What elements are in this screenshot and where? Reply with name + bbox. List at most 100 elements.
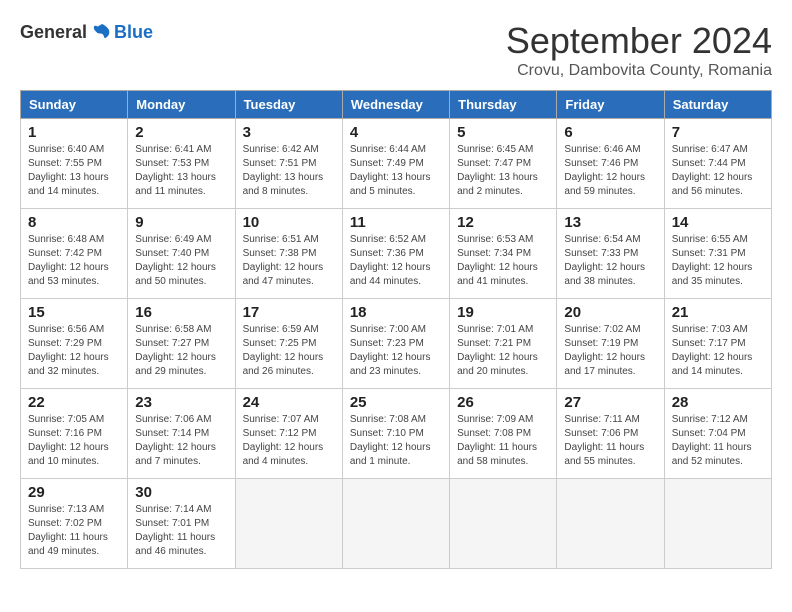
day-info: Sunrise: 7:11 AMSunset: 7:06 PMDaylight:… bbox=[564, 413, 656, 469]
day-info: Sunrise: 6:40 AMSunset: 7:55 PMDaylight:… bbox=[28, 143, 120, 199]
day-number: 5 bbox=[457, 124, 549, 141]
day-info: Sunrise: 6:41 AMSunset: 7:53 PMDaylight:… bbox=[135, 143, 227, 199]
calendar-cell: 17 Sunrise: 6:59 AMSunset: 7:25 PMDayligh… bbox=[235, 299, 342, 389]
day-number: 13 bbox=[564, 214, 656, 231]
day-number: 17 bbox=[243, 304, 335, 321]
logo: General Blue bbox=[20, 20, 153, 44]
day-info: Sunrise: 6:59 AMSunset: 7:25 PMDaylight:… bbox=[243, 323, 335, 379]
calendar-cell: 28 Sunrise: 7:12 AMSunset: 7:04 PMDayligh… bbox=[664, 389, 771, 479]
calendar-cell: 11 Sunrise: 6:52 AMSunset: 7:36 PMDayligh… bbox=[342, 209, 449, 299]
day-number: 21 bbox=[672, 304, 764, 321]
calendar-cell: 21 Sunrise: 7:03 AMSunset: 7:17 PMDayligh… bbox=[664, 299, 771, 389]
calendar-cell: 12 Sunrise: 6:53 AMSunset: 7:34 PMDayligh… bbox=[450, 209, 557, 299]
location-subtitle: Crovu, Dambovita County, Romania bbox=[506, 62, 772, 80]
day-number: 28 bbox=[672, 394, 764, 411]
day-number: 22 bbox=[28, 394, 120, 411]
calendar-week-row: 22Sunrise: 7:05 AMSunset: 7:16 PMDayligh… bbox=[21, 389, 772, 479]
calendar-cell bbox=[664, 479, 771, 569]
day-number: 6 bbox=[564, 124, 656, 141]
calendar-cell: 20 Sunrise: 7:02 AMSunset: 7:19 PMDayligh… bbox=[557, 299, 664, 389]
day-number: 19 bbox=[457, 304, 549, 321]
calendar-cell: 22Sunrise: 7:05 AMSunset: 7:16 PMDayligh… bbox=[21, 389, 128, 479]
day-info: Sunrise: 6:42 AMSunset: 7:51 PMDaylight:… bbox=[243, 143, 335, 199]
calendar-cell bbox=[450, 479, 557, 569]
calendar-cell: 23Sunrise: 7:06 AMSunset: 7:14 PMDayligh… bbox=[128, 389, 235, 479]
calendar-cell: 4 Sunrise: 6:44 AMSunset: 7:49 PMDaylight… bbox=[342, 119, 449, 209]
column-header-sunday: Sunday bbox=[21, 91, 128, 119]
calendar-week-row: 8 Sunrise: 6:48 AMSunset: 7:42 PMDaylight… bbox=[21, 209, 772, 299]
day-number: 9 bbox=[135, 214, 227, 231]
calendar-cell: 10Sunrise: 6:51 AMSunset: 7:38 PMDayligh… bbox=[235, 209, 342, 299]
day-number: 25 bbox=[350, 394, 442, 411]
day-info: Sunrise: 6:49 AMSunset: 7:40 PMDaylight:… bbox=[135, 233, 227, 289]
day-info: Sunrise: 6:44 AMSunset: 7:49 PMDaylight:… bbox=[350, 143, 442, 199]
day-info: Sunrise: 6:55 AMSunset: 7:31 PMDaylight:… bbox=[672, 233, 764, 289]
calendar-cell: 8 Sunrise: 6:48 AMSunset: 7:42 PMDaylight… bbox=[21, 209, 128, 299]
calendar-cell: 24 Sunrise: 7:07 AMSunset: 7:12 PMDayligh… bbox=[235, 389, 342, 479]
day-number: 20 bbox=[564, 304, 656, 321]
calendar-table: SundayMondayTuesdayWednesdayThursdayFrid… bbox=[20, 90, 772, 569]
day-number: 16 bbox=[135, 304, 227, 321]
day-number: 23 bbox=[135, 394, 227, 411]
calendar-cell: 18Sunrise: 7:00 AMSunset: 7:23 PMDayligh… bbox=[342, 299, 449, 389]
day-number: 11 bbox=[350, 214, 442, 231]
column-header-friday: Friday bbox=[557, 91, 664, 119]
calendar-cell: 15Sunrise: 6:56 AMSunset: 7:29 PMDayligh… bbox=[21, 299, 128, 389]
calendar-cell: 30Sunrise: 7:14 AMSunset: 7:01 PMDayligh… bbox=[128, 479, 235, 569]
day-info: Sunrise: 6:56 AMSunset: 7:29 PMDaylight:… bbox=[28, 323, 120, 379]
day-number: 8 bbox=[28, 214, 120, 231]
day-info: Sunrise: 6:54 AMSunset: 7:33 PMDaylight:… bbox=[564, 233, 656, 289]
day-number: 7 bbox=[672, 124, 764, 141]
day-number: 27 bbox=[564, 394, 656, 411]
calendar-week-row: 15Sunrise: 6:56 AMSunset: 7:29 PMDayligh… bbox=[21, 299, 772, 389]
day-number: 12 bbox=[457, 214, 549, 231]
calendar-cell bbox=[342, 479, 449, 569]
calendar-cell: 26Sunrise: 7:09 AMSunset: 7:08 PMDayligh… bbox=[450, 389, 557, 479]
column-header-monday: Monday bbox=[128, 91, 235, 119]
calendar-cell: 2 Sunrise: 6:41 AMSunset: 7:53 PMDaylight… bbox=[128, 119, 235, 209]
day-info: Sunrise: 7:07 AMSunset: 7:12 PMDaylight:… bbox=[243, 413, 335, 469]
day-number: 4 bbox=[350, 124, 442, 141]
day-number: 29 bbox=[28, 484, 120, 501]
column-header-wednesday: Wednesday bbox=[342, 91, 449, 119]
day-number: 26 bbox=[457, 394, 549, 411]
calendar-cell: 7 Sunrise: 6:47 AMSunset: 7:44 PMDaylight… bbox=[664, 119, 771, 209]
day-info: Sunrise: 7:12 AMSunset: 7:04 PMDaylight:… bbox=[672, 413, 764, 469]
day-number: 1 bbox=[28, 124, 120, 141]
calendar-week-row: 1 Sunrise: 6:40 AMSunset: 7:55 PMDaylight… bbox=[21, 119, 772, 209]
calendar-header-row: SundayMondayTuesdayWednesdayThursdayFrid… bbox=[21, 91, 772, 119]
calendar-cell: 5 Sunrise: 6:45 AMSunset: 7:47 PMDaylight… bbox=[450, 119, 557, 209]
day-info: Sunrise: 7:02 AMSunset: 7:19 PMDaylight:… bbox=[564, 323, 656, 379]
month-title: September 2024 bbox=[506, 20, 772, 62]
day-info: Sunrise: 7:13 AMSunset: 7:02 PMDaylight:… bbox=[28, 503, 120, 559]
day-info: Sunrise: 6:51 AMSunset: 7:38 PMDaylight:… bbox=[243, 233, 335, 289]
day-number: 2 bbox=[135, 124, 227, 141]
day-number: 3 bbox=[243, 124, 335, 141]
calendar-cell: 29 Sunrise: 7:13 AMSunset: 7:02 PMDayligh… bbox=[21, 479, 128, 569]
day-info: Sunrise: 6:48 AMSunset: 7:42 PMDaylight:… bbox=[28, 233, 120, 289]
calendar-cell: 25Sunrise: 7:08 AMSunset: 7:10 PMDayligh… bbox=[342, 389, 449, 479]
day-info: Sunrise: 6:47 AMSunset: 7:44 PMDaylight:… bbox=[672, 143, 764, 199]
day-info: Sunrise: 7:14 AMSunset: 7:01 PMDaylight:… bbox=[135, 503, 227, 559]
title-section: September 2024 Crovu, Dambovita County, … bbox=[506, 20, 772, 80]
day-info: Sunrise: 6:58 AMSunset: 7:27 PMDaylight:… bbox=[135, 323, 227, 379]
day-number: 14 bbox=[672, 214, 764, 231]
calendar-cell bbox=[235, 479, 342, 569]
calendar-cell bbox=[557, 479, 664, 569]
day-number: 24 bbox=[243, 394, 335, 411]
column-header-saturday: Saturday bbox=[664, 91, 771, 119]
logo-blue-text: Blue bbox=[114, 22, 153, 43]
calendar-cell: 14 Sunrise: 6:55 AMSunset: 7:31 PMDayligh… bbox=[664, 209, 771, 299]
day-info: Sunrise: 7:03 AMSunset: 7:17 PMDaylight:… bbox=[672, 323, 764, 379]
day-info: Sunrise: 7:01 AMSunset: 7:21 PMDaylight:… bbox=[457, 323, 549, 379]
day-info: Sunrise: 6:45 AMSunset: 7:47 PMDaylight:… bbox=[457, 143, 549, 199]
calendar-week-row: 29 Sunrise: 7:13 AMSunset: 7:02 PMDayligh… bbox=[21, 479, 772, 569]
logo-general-text: General bbox=[20, 22, 87, 43]
column-header-tuesday: Tuesday bbox=[235, 91, 342, 119]
calendar-cell: 19 Sunrise: 7:01 AMSunset: 7:21 PMDayligh… bbox=[450, 299, 557, 389]
day-info: Sunrise: 6:53 AMSunset: 7:34 PMDaylight:… bbox=[457, 233, 549, 289]
day-info: Sunrise: 6:52 AMSunset: 7:36 PMDaylight:… bbox=[350, 233, 442, 289]
calendar-cell: 16 Sunrise: 6:58 AMSunset: 7:27 PMDayligh… bbox=[128, 299, 235, 389]
column-header-thursday: Thursday bbox=[450, 91, 557, 119]
calendar-cell: 27 Sunrise: 7:11 AMSunset: 7:06 PMDayligh… bbox=[557, 389, 664, 479]
